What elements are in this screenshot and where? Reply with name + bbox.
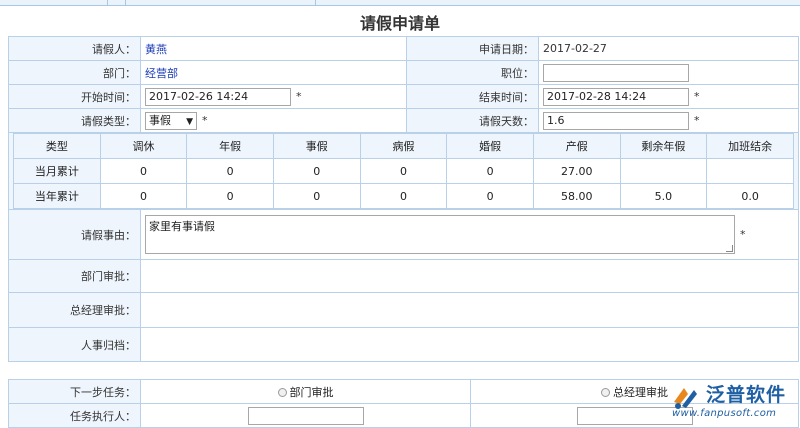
stats-header-cell: 调休 [99, 133, 188, 159]
dropdown-arrow-icon: ▼ [186, 116, 193, 127]
stats-cell [619, 158, 708, 184]
table-row: 当月累计 0 0 0 0 0 27.00 [13, 158, 794, 184]
radio-label[interactable]: 部门审批 [290, 386, 334, 399]
stats-cell: 0 [99, 183, 188, 209]
radio-gm-approval[interactable] [601, 388, 610, 397]
executor-label: 任务执行人： [8, 403, 141, 428]
stats-cell: 0 [272, 158, 361, 184]
tab-segment[interactable] [108, 0, 126, 6]
leave-stats-table: 类型 调休 年假 事假 病假 婚假 产假 剩余年假 加班结余 当月累计 0 0 … [13, 133, 794, 209]
stats-cell: 27.00 [532, 158, 621, 184]
reason-label: 请假事由： [8, 209, 141, 260]
stats-header-cell: 婚假 [446, 133, 534, 159]
leave-type-label: 请假类型： [8, 108, 141, 133]
watermark-url: www.fanpusoft.com [672, 408, 777, 419]
required-mark: * [296, 89, 302, 103]
dept-approval-label: 部门审批： [8, 259, 141, 293]
stats-cell: 0 [99, 158, 188, 184]
required-mark: * [694, 89, 700, 103]
apply-date-label: 申请日期： [406, 36, 539, 61]
applicant-label: 请假人： [8, 36, 141, 61]
required-mark: * [740, 227, 746, 241]
dept-approval-value [140, 259, 799, 293]
tab-segment[interactable] [0, 0, 108, 6]
reason-text: 家里有事请假 [149, 220, 215, 233]
stats-cell: 58.00 [532, 183, 621, 209]
reason-textarea[interactable]: 家里有事请假 [145, 215, 735, 254]
stats-cell: 5.0 [619, 183, 708, 209]
stats-row-label: 当月累计 [13, 158, 101, 184]
leave-form-table: 请假人： 黄燕 申请日期： 2017-02-27 部门： 经营部 职位： 开始时… [8, 36, 799, 362]
stats-header-cell: 产假 [532, 133, 621, 159]
stats-header-cell: 类型 [13, 133, 101, 159]
end-time-input[interactable]: 2017-02-28 14:24 [543, 87, 689, 106]
tab-segment[interactable] [126, 0, 316, 6]
hr-archive-value [140, 327, 799, 362]
leave-days-input[interactable]: 1.6 [543, 111, 689, 130]
stats-header-cell: 事假 [272, 133, 361, 159]
required-mark: * [202, 113, 208, 127]
watermark: 泛普软件 www.fanpusoft.com [668, 380, 800, 425]
gm-approval-label: 总经理审批： [8, 292, 141, 328]
position-label: 职位： [406, 60, 539, 85]
next-step-label: 下一步任务： [8, 379, 141, 404]
stats-cell: 0 [186, 183, 274, 209]
leave-type-select[interactable]: 事假 ▼ [145, 111, 197, 130]
stats-header-cell: 病假 [359, 133, 448, 159]
browser-tab-strip [0, 0, 800, 6]
stats-cell: 0 [186, 158, 274, 184]
end-time-label: 结束时间： [406, 84, 539, 109]
stats-row-label: 当年累计 [13, 183, 101, 209]
leave-type-selected: 事假 [149, 113, 171, 127]
start-time-label: 开始时间： [8, 84, 141, 109]
apply-date-value: 2017-02-27 [538, 36, 799, 61]
stats-cell: 0 [359, 183, 448, 209]
stats-cell: 0 [446, 158, 534, 184]
required-mark: * [694, 113, 700, 127]
applicant-value: 黄燕 [140, 36, 407, 61]
stats-header-cell: 年假 [186, 133, 274, 159]
radio-dept-approval[interactable] [277, 388, 287, 397]
leave-days-label: 请假天数： [406, 108, 539, 133]
hr-archive-label: 人事归档： [8, 327, 141, 362]
department-value: 经营部 [140, 60, 407, 85]
start-time-input[interactable]: 2017-02-26 14:24 [145, 87, 291, 106]
radio-label[interactable]: 总经理审批 [613, 386, 668, 399]
department-label: 部门： [8, 60, 141, 85]
stats-cell [706, 158, 794, 184]
table-row: 当年累计 0 0 0 0 0 58.00 5.0 0.0 [13, 183, 794, 209]
stats-cell: 0 [272, 183, 361, 209]
stats-cell: 0.0 [706, 183, 794, 209]
stats-cell: 0 [446, 183, 534, 209]
stats-cell: 0 [359, 158, 448, 184]
stats-header-cell: 加班结余 [706, 133, 794, 159]
executor-input[interactable] [247, 406, 364, 425]
watermark-brand: 泛普软件 [706, 384, 787, 406]
stats-header-cell: 剩余年假 [619, 133, 708, 159]
gm-approval-value [140, 292, 799, 328]
resize-grip-icon[interactable] [726, 245, 733, 252]
page-title: 请假申请单 [359, 14, 440, 33]
position-input[interactable] [543, 63, 689, 82]
